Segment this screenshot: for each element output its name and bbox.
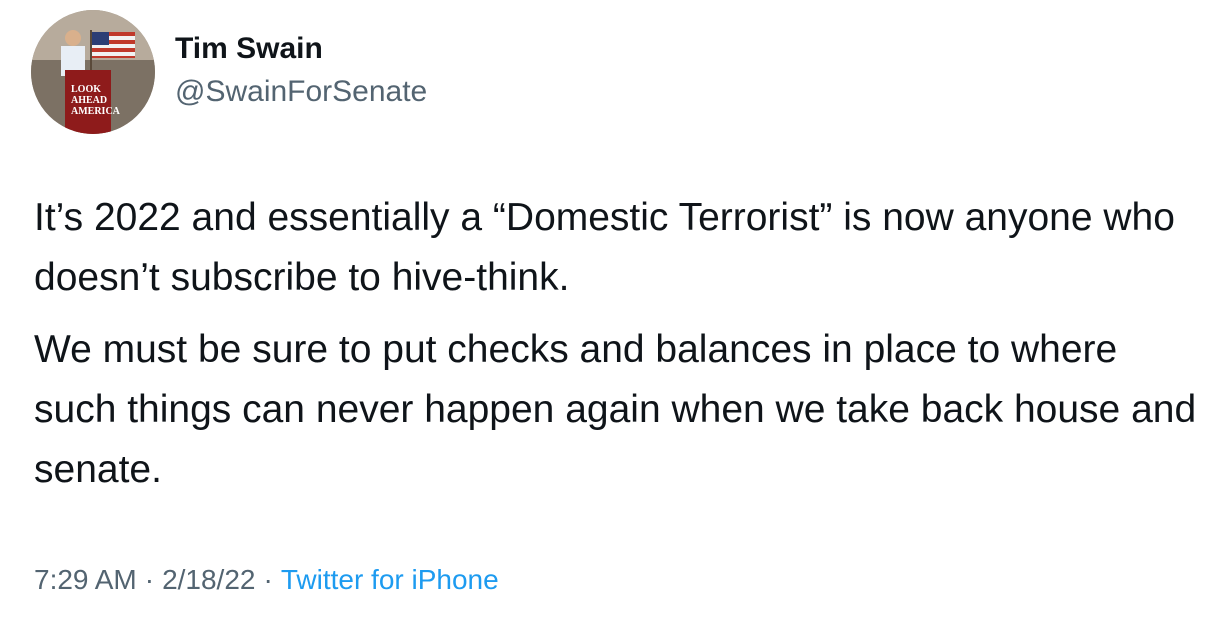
author-avatar[interactable]: LOOK AHEAD AMERICA bbox=[31, 10, 155, 134]
tweet-meta: 7:29 AM · 2/18/22 · Twitter for iPhone bbox=[34, 560, 499, 600]
svg-text:AHEAD: AHEAD bbox=[71, 95, 107, 106]
tweet-paragraph: It’s 2022 and essentially a “Domestic Te… bbox=[34, 196, 1175, 299]
meta-separator: · bbox=[263, 564, 273, 595]
avatar-photo-icon: LOOK AHEAD AMERICA bbox=[31, 10, 155, 134]
svg-text:AMERICA: AMERICA bbox=[71, 106, 121, 117]
tweet-source-link[interactable]: Twitter for iPhone bbox=[281, 564, 499, 595]
tweet-date[interactable]: 2/18/22 bbox=[162, 564, 255, 595]
author-info: Tim Swain @SwainForSenate bbox=[175, 30, 427, 112]
tweet-text: It’s 2022 and essentially a “Domestic Te… bbox=[34, 188, 1204, 500]
tweet-time[interactable]: 7:29 AM bbox=[34, 564, 137, 595]
author-handle[interactable]: @SwainForSenate bbox=[175, 72, 427, 112]
tweet: LOOK AHEAD AMERICA Tim Swain @SwainForSe… bbox=[0, 0, 1210, 619]
avatar-sign-text: LOOK bbox=[71, 84, 101, 95]
meta-separator: · bbox=[144, 564, 155, 595]
tweet-paragraph: We must be sure to put checks and balanc… bbox=[34, 328, 1197, 491]
author-display-name[interactable]: Tim Swain bbox=[175, 30, 427, 68]
